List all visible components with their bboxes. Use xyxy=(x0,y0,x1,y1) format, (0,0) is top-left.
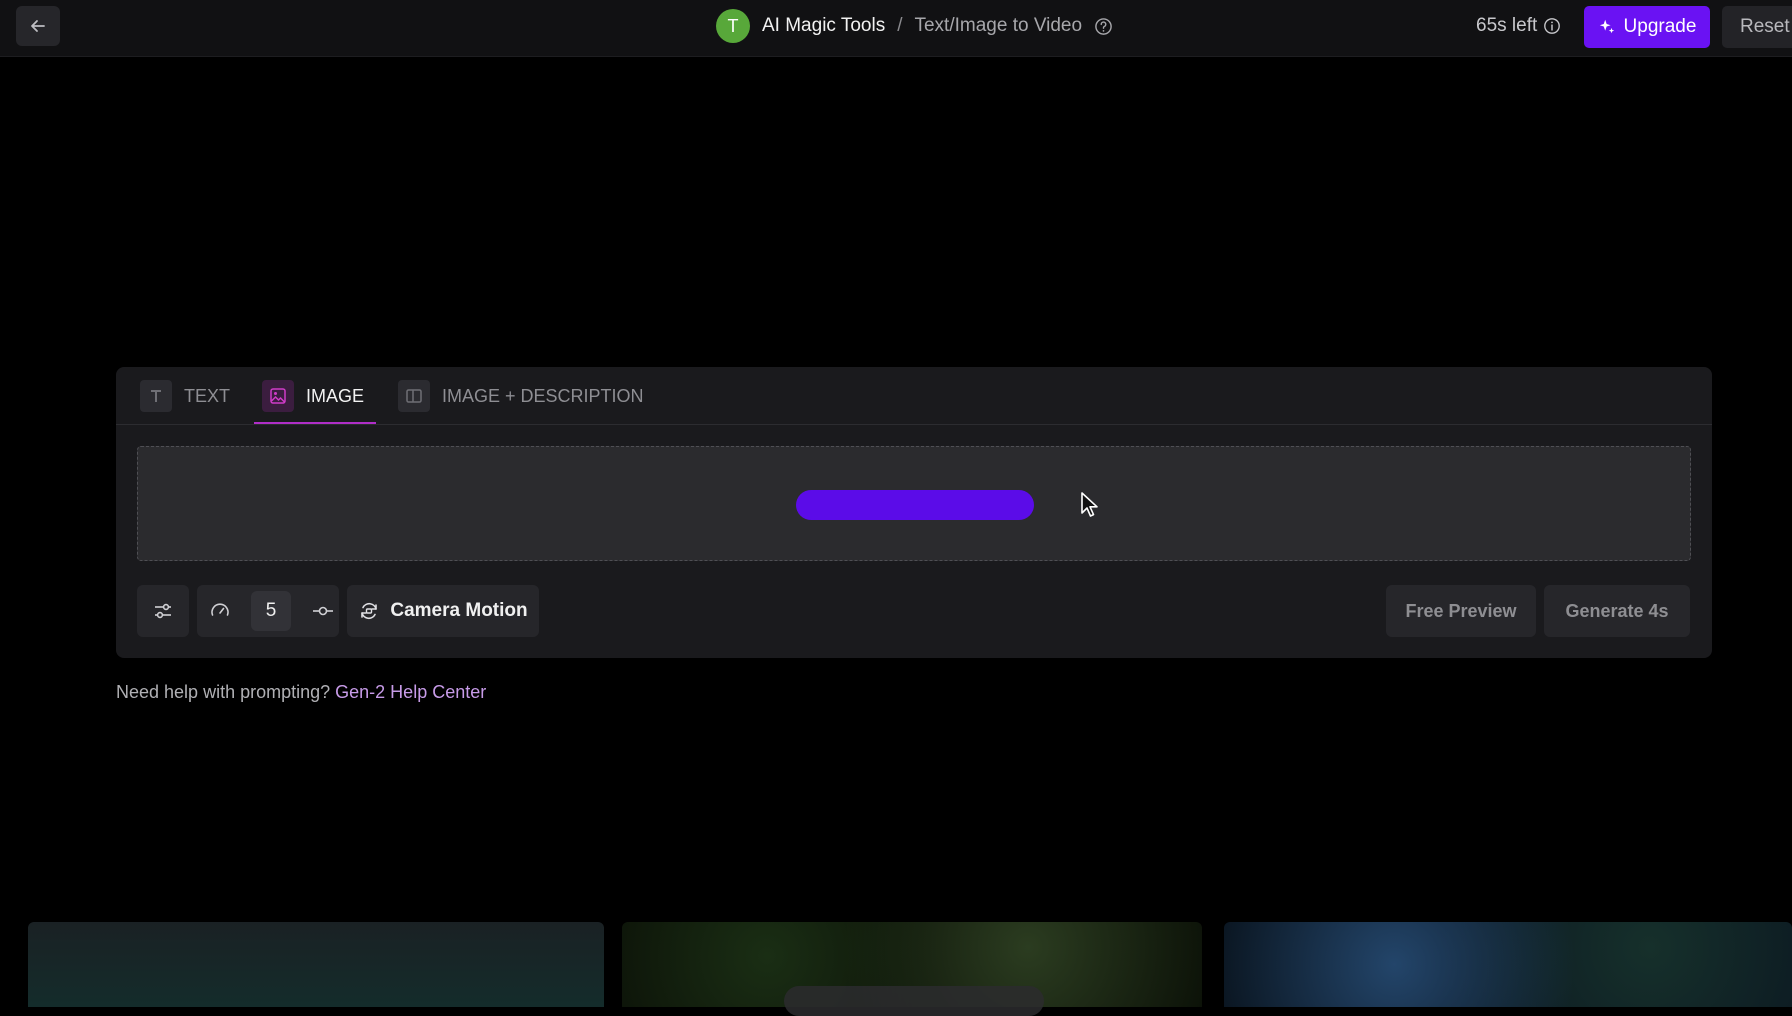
generation-toolbar: 5 Camera Motion xyxy=(137,585,539,637)
sparkle-icon xyxy=(1599,19,1614,34)
tab-image-label: IMAGE xyxy=(306,386,365,406)
camera-motion-button[interactable]: Camera Motion xyxy=(347,585,539,637)
generate-button[interactable]: Generate 4s xyxy=(1544,585,1690,637)
camera-motion-label: Camera Motion xyxy=(390,600,528,621)
settings-button[interactable] xyxy=(137,585,189,637)
credits-remaining: 65s left xyxy=(1476,14,1561,38)
mouse-cursor-icon xyxy=(1081,492,1098,517)
text-icon xyxy=(140,380,172,412)
image-description-icon xyxy=(398,380,430,412)
free-preview-button[interactable]: Free Preview xyxy=(1386,585,1536,637)
mode-tabs: TEXT IMAGE IMAGE + DESCRIPTION xyxy=(116,367,1712,425)
speedometer-icon[interactable] xyxy=(209,600,231,622)
help-prefix: Need help with prompting? xyxy=(116,682,331,702)
tab-image-description-label: IMAGE + DESCRIPTION xyxy=(442,386,644,406)
tab-image-description[interactable]: IMAGE + DESCRIPTION xyxy=(398,380,644,424)
reset-button[interactable]: Reset xyxy=(1722,6,1792,48)
help-text: Need help with prompting? Gen-2 Help Cen… xyxy=(116,682,486,703)
reset-label: Reset xyxy=(1740,16,1790,37)
tab-image[interactable]: IMAGE xyxy=(254,380,377,424)
arrow-left-icon xyxy=(31,20,45,32)
sliders-icon xyxy=(155,603,171,619)
camera-orbit-icon xyxy=(361,602,378,620)
upgrade-label: Upgrade xyxy=(1623,16,1697,37)
generation-card: TEXT IMAGE IMAGE + DESCRIPTION 5 Camera … xyxy=(116,367,1712,658)
credits-text: 65s left xyxy=(1476,15,1538,36)
breadcrumb-current-page: Text/Image to Video xyxy=(914,15,1083,36)
top-bar: T AI Magic Tools / Text/Image to Video 6… xyxy=(0,0,1792,57)
motion-control: 5 xyxy=(197,585,339,637)
help-center-link[interactable]: Gen-2 Help Center xyxy=(335,682,486,702)
question-circle-icon[interactable] xyxy=(1094,16,1114,36)
slider-handle-icon[interactable] xyxy=(311,600,335,622)
image-icon xyxy=(262,380,294,412)
example-video-thumbnail[interactable] xyxy=(1224,922,1792,1007)
breadcrumb: T AI Magic Tools / Text/Image to Video xyxy=(716,8,1114,44)
thumbnail-caption-pill xyxy=(784,986,1044,1016)
motion-value[interactable]: 5 xyxy=(251,591,291,631)
tab-text-label: TEXT xyxy=(184,386,231,406)
upload-progress-bar xyxy=(796,490,1034,520)
info-icon[interactable] xyxy=(1543,17,1561,35)
breadcrumb-app-link[interactable]: AI Magic Tools xyxy=(762,15,885,37)
breadcrumb-separator: / xyxy=(897,15,903,36)
tab-text[interactable]: TEXT xyxy=(140,380,231,424)
example-video-thumbnail[interactable] xyxy=(28,922,604,1007)
avatar[interactable]: T xyxy=(716,9,750,43)
upgrade-button[interactable]: Upgrade xyxy=(1584,6,1710,48)
image-dropzone[interactable] xyxy=(137,446,1691,561)
back-button[interactable] xyxy=(16,6,60,46)
